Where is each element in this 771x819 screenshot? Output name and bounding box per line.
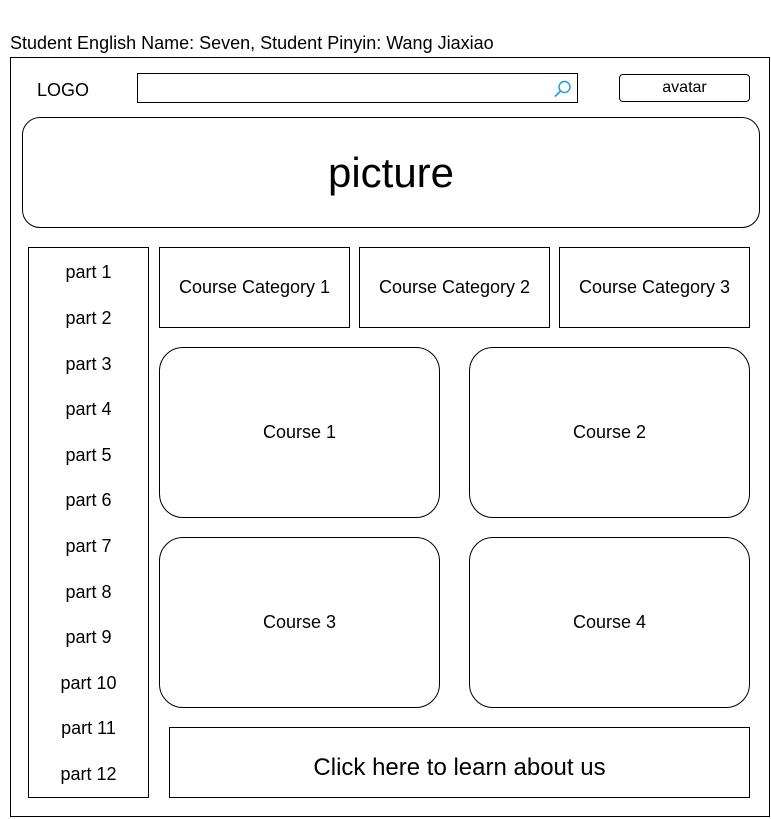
sidebar-item-part-10[interactable]: part 10: [29, 673, 148, 693]
course-card-1[interactable]: Course 1: [159, 347, 440, 518]
course-category-2[interactable]: Course Category 2: [359, 247, 550, 328]
sidebar-item-part-12[interactable]: part 12: [29, 764, 148, 784]
sidebar-item-part-11[interactable]: part 11: [29, 718, 148, 738]
about-us-button[interactable]: Click here to learn about us: [169, 727, 750, 798]
course-card-4[interactable]: Course 4: [469, 537, 750, 708]
course-card-2[interactable]: Course 2: [469, 347, 750, 518]
sidebar-item-part-6[interactable]: part 6: [29, 490, 148, 510]
sidebar-item-part-7[interactable]: part 7: [29, 536, 148, 556]
logo[interactable]: LOGO: [37, 80, 89, 100]
avatar-button[interactable]: avatar: [619, 74, 750, 102]
search-icon[interactable]: [553, 79, 573, 99]
course-category-1[interactable]: Course Category 1: [159, 247, 350, 328]
sidebar-item-part-5[interactable]: part 5: [29, 445, 148, 465]
sidebar-item-part-3[interactable]: part 3: [29, 354, 148, 374]
sidebar-item-part-8[interactable]: part 8: [29, 582, 148, 602]
search-input[interactable]: [137, 73, 578, 103]
sidebar-item-part-4[interactable]: part 4: [29, 399, 148, 419]
sidebar-item-part-1[interactable]: part 1: [29, 262, 148, 282]
course-card-3[interactable]: Course 3: [159, 537, 440, 708]
sidebar: part 1 part 2 part 3 part 4 part 5 part …: [28, 247, 149, 798]
sidebar-item-part-2[interactable]: part 2: [29, 308, 148, 328]
student-name-line: Student English Name: Seven, Student Pin…: [10, 33, 494, 53]
course-category-3[interactable]: Course Category 3: [559, 247, 750, 328]
banner-picture: picture: [22, 117, 760, 228]
sidebar-item-part-9[interactable]: part 9: [29, 627, 148, 647]
